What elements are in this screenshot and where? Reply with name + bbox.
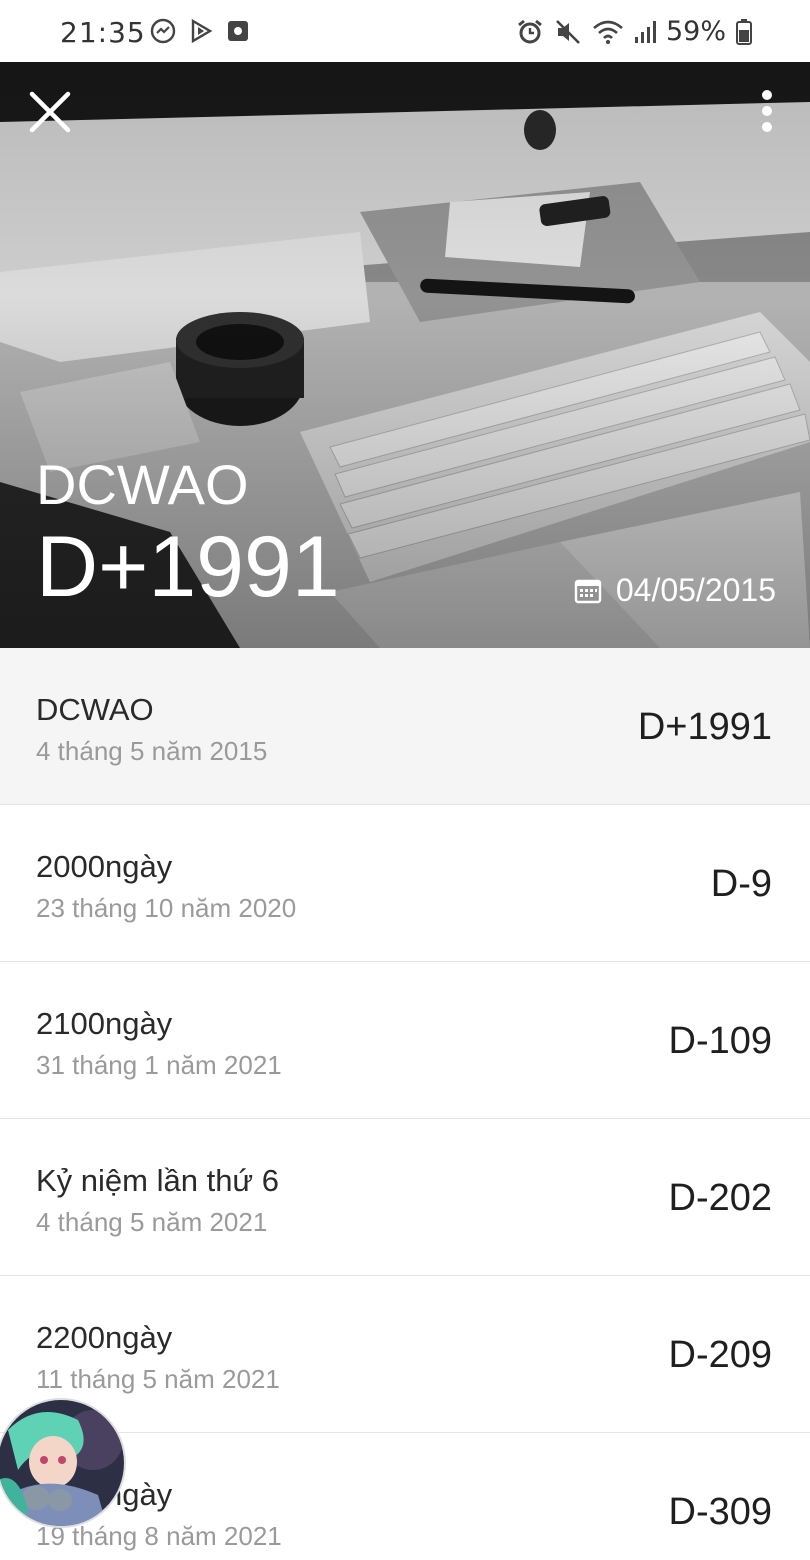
- messenger-icon: [150, 18, 176, 44]
- wifi-icon: [593, 20, 623, 44]
- list-item[interactable]: 2100ngày 31 tháng 1 năm 2021 D-109: [0, 962, 810, 1119]
- event-day-count: D-202: [668, 1177, 773, 1219]
- event-day-count: D-209: [668, 1334, 773, 1376]
- close-button[interactable]: [22, 84, 78, 140]
- list-item[interactable]: DCWAO 4 tháng 5 năm 2015 D+1991: [0, 648, 810, 805]
- event-title: DCWAO: [36, 692, 154, 727]
- more-options-button[interactable]: [752, 84, 782, 140]
- event-day-count: D+1991: [637, 706, 772, 748]
- anime-avatar-image: [0, 1400, 124, 1526]
- battery-icon: [736, 18, 752, 45]
- event-date: 11 tháng 5 năm 2021: [36, 1364, 280, 1394]
- status-time: 21:35: [60, 16, 146, 49]
- hero-day-count: D+1991: [36, 519, 340, 615]
- mute-icon: [556, 19, 580, 44]
- event-date: 4 tháng 5 năm 2015: [36, 736, 268, 766]
- list-item[interactable]: Kỷ niệm lần thứ 6 4 tháng 5 năm 2021 D-2…: [0, 1119, 810, 1276]
- event-title: Kỷ niệm lần thứ 6: [36, 1163, 280, 1198]
- event-day-count: D-309: [668, 1491, 773, 1533]
- screen-record-icon: [228, 21, 248, 41]
- event-day-count: D-9: [710, 863, 772, 905]
- status-bar: 21:35 59%: [0, 0, 810, 62]
- hero-date-text: 04/05/2015: [615, 572, 776, 608]
- status-notification-icons: [150, 18, 250, 44]
- signal-icon: [634, 20, 656, 43]
- event-title: 2000ngày: [36, 849, 173, 884]
- event-day-count: D-109: [668, 1020, 773, 1062]
- event-list: DCWAO 4 tháng 5 năm 2015 D+1991 2000ngày…: [0, 648, 810, 1560]
- status-system-icons: 59%: [516, 16, 752, 47]
- more-vert-icon: [762, 90, 772, 132]
- calendar-icon: [574, 579, 602, 603]
- play-store-icon: [191, 18, 213, 44]
- hero-header: DCWAO D+1991 04/05/2015: [0, 62, 810, 648]
- battery-percent: 59%: [665, 16, 726, 47]
- event-title: 2100ngày: [36, 1006, 173, 1041]
- event-date: 4 tháng 5 năm 2021: [36, 1207, 268, 1237]
- list-item[interactable]: 2000ngày 23 tháng 10 năm 2020 D-9: [0, 805, 810, 962]
- hero-start-date: 04/05/2015: [574, 572, 776, 609]
- list-item[interactable]: 2200ngày 11 tháng 5 năm 2021 D-209: [0, 1276, 810, 1433]
- event-date: 23 tháng 10 năm 2020: [36, 893, 297, 923]
- floating-avatar-bubble[interactable]: [0, 1398, 126, 1528]
- event-date: 31 tháng 1 năm 2021: [36, 1050, 282, 1080]
- event-title: 2200ngày: [36, 1320, 173, 1355]
- hero-event-title: DCWAO: [36, 453, 249, 516]
- close-icon: [29, 91, 71, 133]
- alarm-icon: [518, 19, 542, 43]
